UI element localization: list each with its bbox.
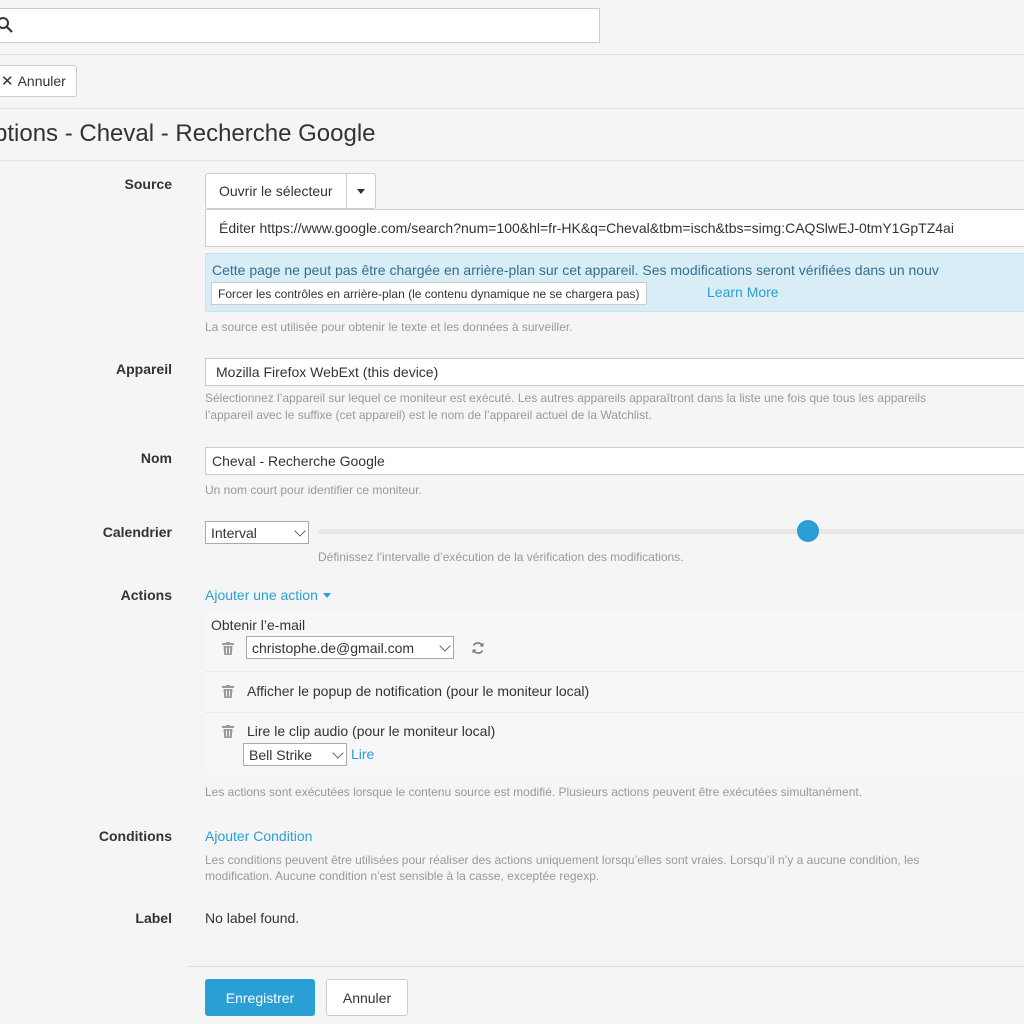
device-help-line2: l’appareil avec le suffixe (cet appareil…	[205, 408, 652, 422]
cancel-button[interactable]: Annuler	[326, 979, 408, 1016]
refresh-icon[interactable]	[471, 641, 485, 655]
open-selector-dropdown[interactable]	[346, 173, 376, 209]
email-action-title: Obtenir l’e-mail	[211, 617, 306, 633]
email-select-value: christophe.de@gmail.com	[252, 639, 415, 656]
popup-action-label: Afficher le popup de notification (pour …	[247, 683, 590, 699]
search-icon	[0, 17, 13, 33]
schedule-label: Calendrier	[102, 524, 172, 540]
label-field-value: No label found.	[205, 910, 300, 926]
play-audio-link[interactable]: Lire	[351, 746, 374, 762]
conditions-help-line1: Les conditions peuvent être utilisées po…	[205, 853, 920, 867]
caret-down-icon	[356, 188, 365, 194]
info-alert-text: Cette page ne peut pas être chargée en a…	[212, 262, 939, 278]
chevron-down-icon	[294, 524, 306, 537]
open-selector-button[interactable]: Ouvrir le sélecteur	[205, 173, 347, 209]
label-field-label: Label	[135, 910, 172, 926]
trash-icon[interactable]	[222, 685, 234, 698]
audio-select[interactable]: Bell Strike	[243, 743, 347, 766]
divider	[0, 108, 1024, 109]
device-select-value: Mozilla Firefox WebExt (this device)	[216, 364, 439, 380]
name-help: Un nom court pour identifier ce moniteur…	[205, 483, 422, 497]
device-label: Appareil	[115, 361, 172, 377]
page-title: ptions - Cheval - Recherche Google	[0, 120, 376, 147]
conditions-help-line2: modification. Aucune condition n’est sen…	[205, 869, 600, 883]
audio-select-value: Bell Strike	[249, 746, 313, 763]
top-cancel-label: Annuler	[17, 73, 66, 89]
name-input[interactable]: Cheval - Recherche Google	[205, 447, 1024, 475]
divider	[188, 966, 1024, 967]
add-condition-link[interactable]: Ajouter Condition	[205, 828, 312, 844]
trash-icon[interactable]	[222, 642, 234, 655]
device-help-line1: Sélectionnez l’appareil sur lequel ce mo…	[205, 391, 927, 405]
trash-icon[interactable]	[222, 725, 234, 738]
learn-more-link[interactable]: Learn More	[707, 284, 779, 300]
device-select[interactable]: Mozilla Firefox WebExt (this device)	[205, 358, 1024, 386]
interval-slider-track[interactable]	[318, 529, 1024, 534]
interval-slider-thumb[interactable]	[796, 520, 819, 542]
top-cancel-button[interactable]: ✕ Annuler	[0, 65, 77, 97]
force-background-button[interactable]: Forcer les contrôles en arrière-plan (le…	[211, 282, 647, 305]
chevron-down-icon	[332, 746, 344, 759]
name-input-value: Cheval - Recherche Google	[212, 453, 385, 469]
edit-url-text: Éditer https://www.google.com/search?num…	[219, 220, 954, 236]
schedule-select[interactable]: Interval	[205, 521, 309, 544]
source-help: La source est utilisée pour obtenir le t…	[205, 320, 573, 334]
conditions-label: Conditions	[98, 828, 172, 844]
audio-action-label: Lire le clip audio (pour le moniteur loc…	[247, 723, 496, 739]
save-button[interactable]: Enregistrer	[205, 979, 315, 1016]
add-action-dropdown[interactable]: Ajouter une action	[205, 587, 331, 603]
source-label: Source	[124, 176, 172, 192]
search-input[interactable]	[0, 8, 600, 43]
close-icon: ✕	[1, 73, 14, 90]
schedule-help: Définissez l’intervalle d’exécution de l…	[318, 550, 684, 564]
actions-label: Actions	[120, 587, 172, 603]
divider	[0, 160, 1024, 161]
divider	[0, 54, 1024, 55]
chevron-down-icon	[439, 639, 451, 652]
caret-down-icon	[322, 592, 331, 598]
edit-url-field[interactable]: Éditer https://www.google.com/search?num…	[205, 209, 1024, 247]
actions-help: Les actions sont exécutées lorsque le co…	[205, 785, 863, 799]
name-label: Nom	[140, 450, 172, 466]
schedule-select-value: Interval	[211, 524, 257, 541]
email-select[interactable]: christophe.de@gmail.com	[246, 636, 454, 659]
add-action-label: Ajouter une action	[205, 587, 318, 603]
open-selector-split-button: Ouvrir le sélecteur	[205, 173, 376, 209]
